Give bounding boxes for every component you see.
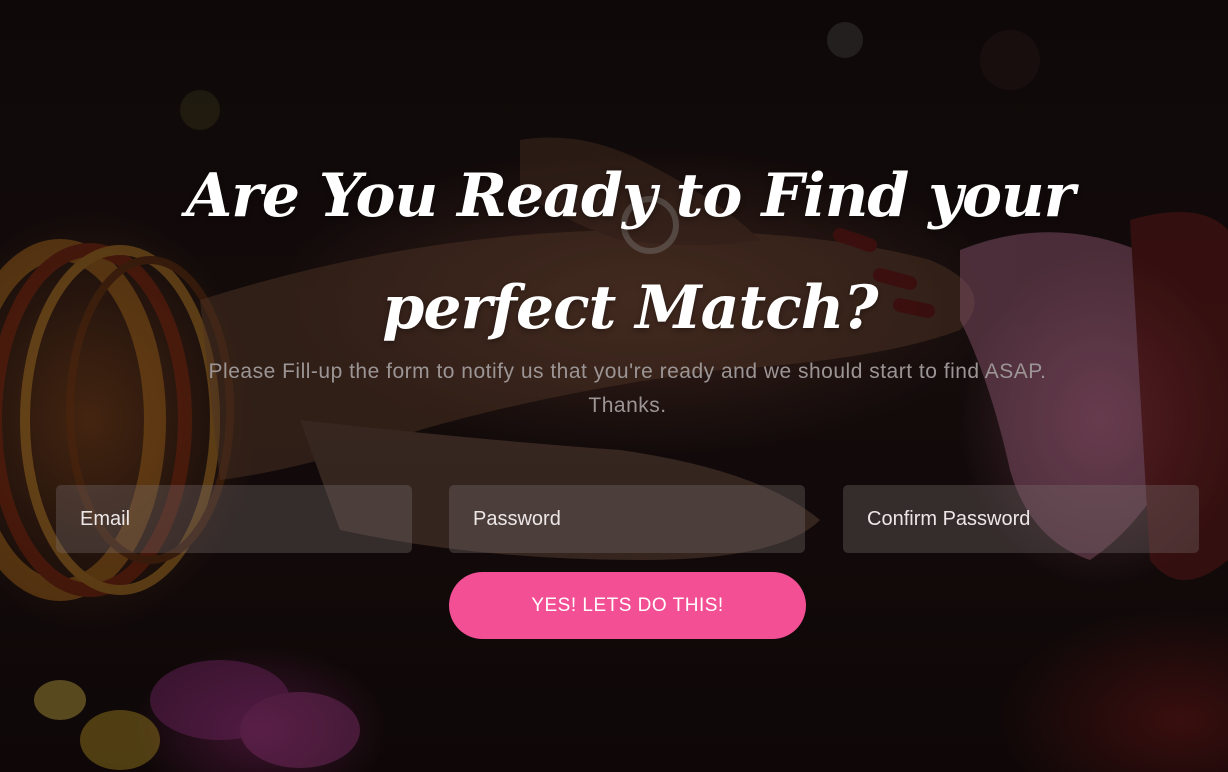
password-field[interactable]	[449, 485, 805, 553]
confirm-password-field[interactable]	[843, 485, 1199, 553]
email-field[interactable]	[56, 485, 412, 553]
submit-button[interactable]: YES! LETS DO THIS!	[449, 572, 806, 639]
signup-panel: Are You Ready to Find your perfect Match…	[0, 0, 1228, 772]
page-title: Are You Ready to Find your perfect Match…	[185, 161, 1076, 343]
page-subtitle: Please Fill-up the form to notify us tha…	[208, 360, 1047, 417]
hero-section: Are You Ready to Find your perfect Match…	[0, 0, 1228, 772]
